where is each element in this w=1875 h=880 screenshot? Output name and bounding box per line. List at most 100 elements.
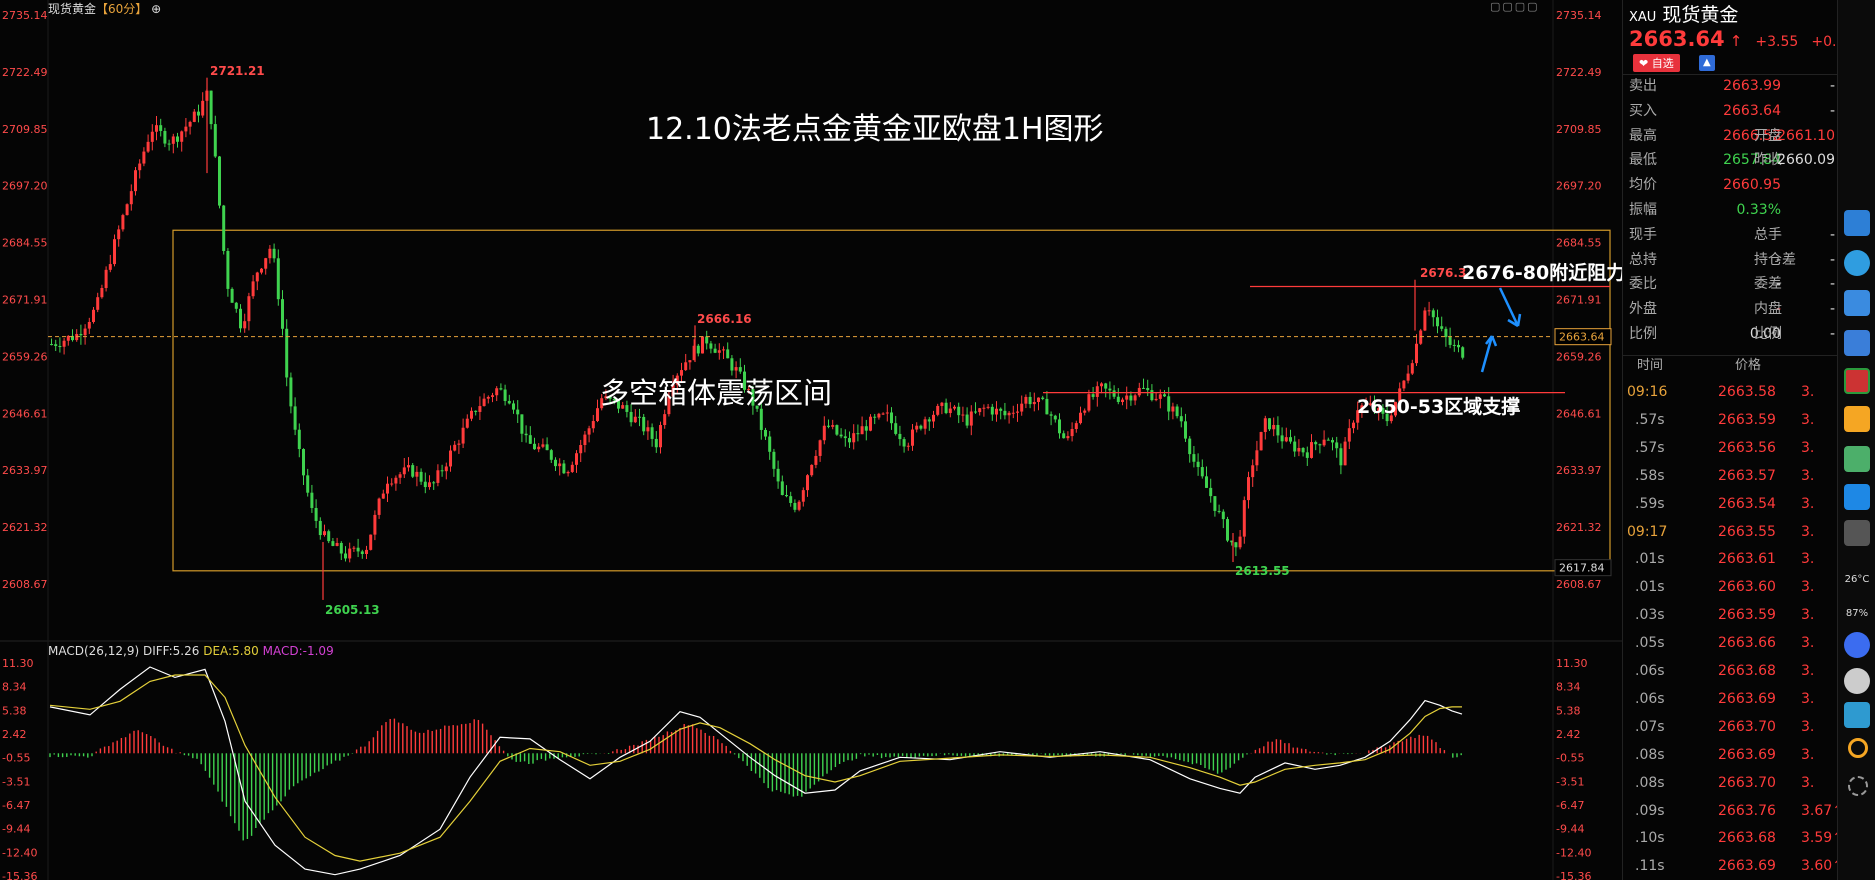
price-axis-label-right: 2671.91	[1556, 293, 1602, 306]
candle-body	[478, 406, 482, 412]
low-label-2605: 2605.13	[325, 603, 380, 617]
candle-body	[1167, 396, 1171, 412]
period-label[interactable]: 【60分】	[96, 2, 147, 16]
candle-body	[138, 163, 142, 171]
candle-body	[932, 414, 935, 422]
candle-body	[1200, 467, 1204, 477]
candle-body	[415, 471, 419, 477]
candle-body	[1175, 406, 1179, 417]
chart-heading: 12.10法老点金黄金亚欧盘1H图形	[646, 112, 1104, 147]
price-axis-label-left: 2608.67	[2, 578, 48, 591]
candle-body	[201, 100, 205, 116]
candle-body	[654, 438, 658, 448]
search-icon[interactable]	[1848, 738, 1868, 758]
screen-icon[interactable]	[1844, 702, 1870, 728]
tick-price: 2663.68	[1718, 663, 1776, 679]
candle-body	[440, 470, 444, 472]
candle-body	[528, 435, 532, 444]
candle-body	[575, 453, 578, 465]
folder-icon[interactable]	[1844, 406, 1870, 432]
chart-area[interactable]: 2735.14 2735.14 2722.49 2722.49 2709.85 2709.…	[0, 0, 1626, 880]
candle-body	[646, 427, 650, 432]
candle-body	[927, 419, 931, 422]
candle-body	[822, 425, 826, 441]
candle-body	[87, 321, 91, 329]
candle-body	[659, 425, 662, 448]
candle-body	[524, 433, 528, 436]
tick-price: 2663.69	[1718, 858, 1776, 875]
alert-icon[interactable]: ▲	[1698, 54, 1715, 71]
candle-body	[768, 436, 772, 452]
candle-body	[545, 444, 549, 451]
tick-time: .58s	[1635, 467, 1665, 484]
candle-body	[113, 239, 116, 265]
candle-body	[318, 520, 322, 536]
candle-body	[835, 425, 839, 435]
candle-body	[1041, 397, 1045, 399]
candle-body	[688, 360, 692, 363]
quote-label: 卖出	[1629, 78, 1657, 94]
quote-price-block: 2663.64 ↑ +3.55 +0.13%	[1629, 27, 1868, 51]
tick-price: 2663.69	[1718, 690, 1776, 707]
candle-body	[1192, 454, 1196, 462]
candle-body	[974, 411, 977, 413]
candle-body	[1188, 438, 1192, 455]
price-axis-label-left: 2722.49	[2, 66, 48, 79]
quote-value: 2661.10	[1777, 127, 1835, 144]
user-icon[interactable]	[1844, 250, 1870, 276]
candle-body	[1171, 406, 1175, 412]
candle-body	[310, 492, 314, 508]
tick-price-header: 价格	[1735, 358, 1762, 373]
window-icon[interactable]	[1844, 330, 1870, 356]
macd-axis-label-left: 5.38	[2, 704, 27, 717]
tick-price: 2663.66	[1718, 635, 1776, 652]
tick-price: 2663.60	[1718, 579, 1776, 596]
candle-body	[1293, 441, 1297, 452]
candle-body	[1427, 310, 1431, 312]
macd-axis-label-left: -3.51	[2, 775, 30, 788]
quote-name: 现货黄金	[1662, 4, 1739, 26]
candle-body	[713, 348, 717, 353]
avatar-icon[interactable]	[1844, 668, 1870, 694]
battery-label: 87%	[1845, 608, 1869, 619]
more-icon[interactable]	[1844, 520, 1870, 546]
symbol-title: 现货黄金【60分】 ⊕	[48, 0, 161, 17]
high-label-2721: 2721.21	[210, 64, 265, 78]
candle-body	[722, 349, 725, 351]
candle-body	[419, 471, 423, 482]
monitor-icon[interactable]	[1844, 210, 1870, 236]
candle-body	[423, 481, 427, 488]
image-icon[interactable]	[1844, 446, 1870, 472]
candle-body	[1461, 347, 1465, 358]
candle-body	[801, 490, 805, 502]
quote-value: -	[1829, 251, 1835, 268]
price-axis-label-right: 2735.14	[1556, 9, 1602, 22]
candle-body	[79, 333, 83, 336]
favorite-button[interactable]: ❤ 自选	[1633, 54, 1680, 72]
candle-body	[629, 411, 633, 423]
candle-body	[1268, 418, 1271, 430]
quote-row: 振幅 0.33%	[1623, 198, 1838, 223]
app-red-icon[interactable]	[1844, 368, 1870, 394]
chart-window-controls[interactable]: ▢▢▢▢	[1490, 0, 1540, 13]
candle-body	[785, 494, 788, 497]
candle-body	[596, 408, 599, 422]
shield-icon[interactable]	[1844, 632, 1870, 658]
candle-body	[499, 388, 503, 390]
macd-axis-label-left: -15.36	[2, 870, 37, 880]
resistance-annotation: 2676-80附近阻力	[1462, 262, 1626, 284]
candle-body	[810, 464, 814, 476]
tick-price: 2663.70	[1718, 718, 1776, 735]
macd-dea: DEA:5.80	[203, 644, 259, 658]
video-icon[interactable]	[1844, 484, 1870, 510]
tick-row: .08s 2663.69 3.	[1623, 741, 1838, 769]
symbol-name: 现货黄金	[48, 2, 97, 16]
candle-body	[1339, 448, 1343, 466]
add-icon[interactable]: ⊕	[151, 2, 161, 16]
share-icon[interactable]	[1844, 290, 1870, 316]
settings-icon[interactable]	[1848, 776, 1868, 796]
candle-body	[293, 406, 297, 430]
candle-body	[339, 542, 343, 554]
quote-label: 最低	[1629, 152, 1657, 169]
candle-body	[549, 450, 553, 460]
